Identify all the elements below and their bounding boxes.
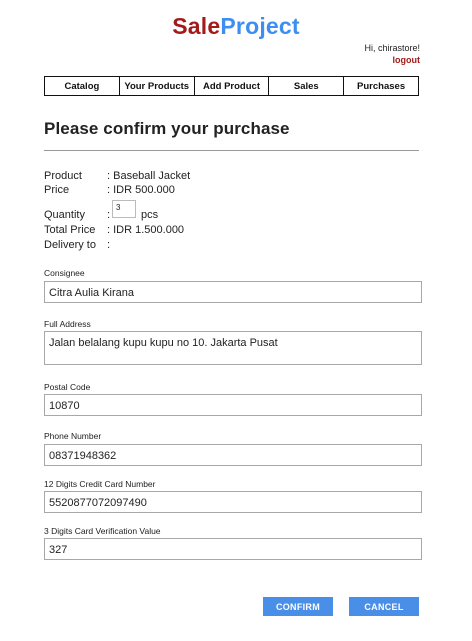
confirm-button[interactable]: CONFIRM — [263, 597, 333, 616]
logo-sale: Sale — [172, 13, 221, 39]
product-label: Product — [44, 170, 82, 182]
nav-your-products[interactable]: Your Products — [120, 77, 195, 95]
nav-purchases[interactable]: Purchases — [344, 77, 418, 95]
product-value: : Baseball Jacket — [107, 170, 191, 182]
page-title: Please confirm your purchase — [44, 119, 290, 138]
cvv-input[interactable]: 327 — [44, 538, 422, 560]
quantity-label: Quantity — [44, 209, 85, 221]
nav-add-product[interactable]: Add Product — [195, 77, 270, 95]
card-input[interactable]: 5520877072097490 — [44, 491, 422, 513]
cvv-label: 3 Digits Card Verification Value — [44, 526, 161, 536]
cancel-button[interactable]: CANCEL — [349, 597, 419, 616]
address-label: Full Address — [44, 319, 91, 329]
title-divider — [44, 150, 419, 151]
nav-catalog[interactable]: Catalog — [45, 77, 120, 95]
nav-sales[interactable]: Sales — [269, 77, 345, 95]
quantity-colon: : — [107, 209, 111, 221]
delivery-label: Delivery to — [44, 239, 96, 251]
quantity-unit: pcs — [141, 209, 159, 221]
main-nav: Catalog Your Products Add Product Sales … — [44, 76, 419, 96]
logout-link[interactable]: logout — [364, 54, 421, 66]
total-label: Total Price — [44, 224, 96, 236]
phone-input[interactable]: 08371948362 — [44, 444, 422, 466]
address-textarea[interactable]: Jalan belalang kupu kupu no 10. Jakarta … — [44, 331, 422, 365]
postal-input[interactable]: 10870 — [44, 394, 422, 416]
consignee-input[interactable]: Citra Aulia Kirana — [44, 281, 422, 303]
site-logo: SaleProject — [0, 13, 472, 40]
postal-label: Postal Code — [44, 382, 91, 392]
user-greeting: Hi, chirastore! — [364, 43, 420, 53]
price-label: Price — [44, 184, 70, 196]
delivery-value: : — [107, 239, 111, 251]
price-value: : IDR 500.000 — [107, 184, 175, 196]
consignee-label: Consignee — [44, 268, 85, 278]
total-value: : IDR 1.500.000 — [107, 224, 185, 236]
quantity-input[interactable]: 3 — [112, 200, 136, 218]
card-label: 12 Digits Credit Card Number — [44, 479, 156, 489]
user-greeting-area: Hi, chirastore! logout — [364, 42, 420, 66]
phone-label: Phone Number — [44, 431, 102, 441]
logo-project: Project — [220, 13, 300, 39]
